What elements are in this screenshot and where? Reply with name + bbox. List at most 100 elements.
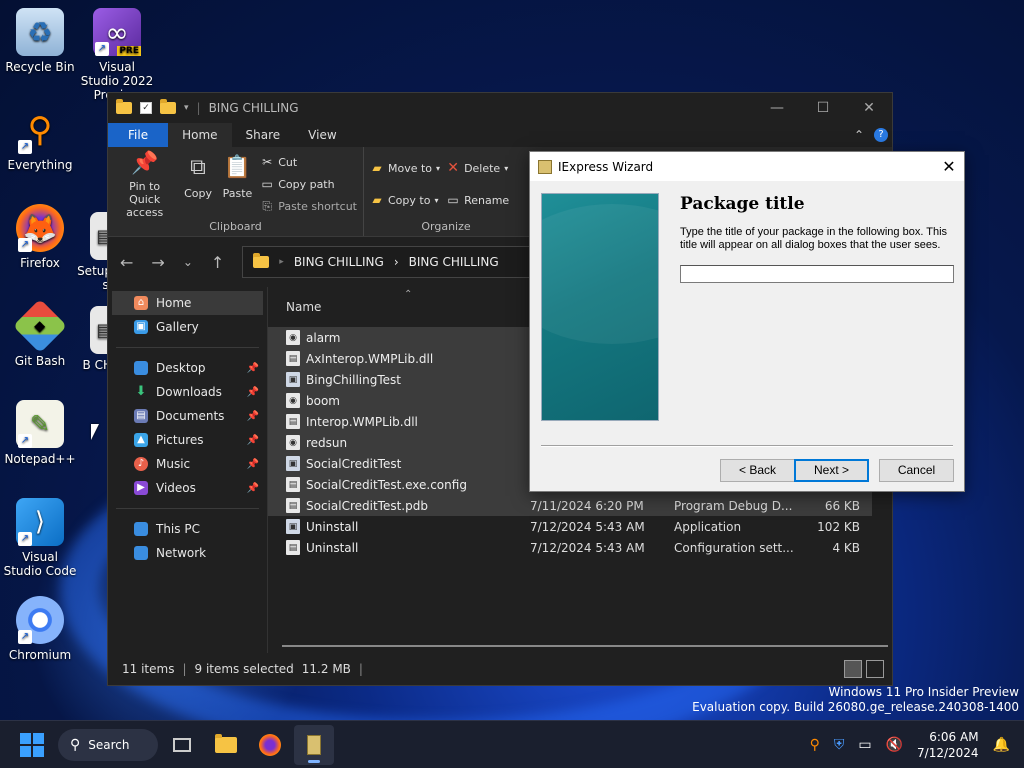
recent-locations-chevron-icon[interactable]: ⌄ [183,255,193,269]
volume-muted-icon[interactable]: 🔇 [886,737,903,753]
wizard-banner-image [541,193,659,421]
forward-arrow-icon[interactable]: → [151,253,164,272]
nav-item-this-pc[interactable]: This PC [108,517,267,541]
desktop-icon-recycle-bin[interactable]: ♻ Recycle Bin [2,8,78,74]
start-button[interactable] [20,732,44,757]
back-arrow-icon[interactable]: ← [120,253,133,272]
package-title-input[interactable] [680,265,954,283]
copy-to-button[interactable]: ▰ Copy to ▾ [370,191,440,209]
desktop-icon-git-bash[interactable]: ◆ Git Bash [2,298,78,368]
nav-item-desktop[interactable]: Desktop 📌 [108,356,267,380]
pin-icon[interactable]: 📌 [247,483,259,494]
close-icon[interactable]: ✕ [846,100,892,116]
new-folder-icon[interactable] [160,99,176,114]
clipboard-icon: 📋 [223,154,252,180]
nav-item-music[interactable]: ♪ Music 📌 [108,452,267,476]
task-view-button[interactable] [162,725,202,765]
desktop-icon-firefox[interactable]: 🦊 ↗ Firefox [2,204,78,270]
wizard-titlebar[interactable]: IExpress Wizard ✕ [530,152,964,181]
taskbar-firefox[interactable] [250,725,290,765]
copy-path-button[interactable]: ▭ Copy path [260,175,357,193]
chromium-icon: ↗ [16,596,64,644]
desktop-icon-folder[interactable]: ▤ B CH [72,306,112,372]
breadcrumb-chevron-icon: › [393,255,399,269]
delete-button[interactable]: ✕ Delete ▾ [446,159,509,177]
taskbar-file-explorer[interactable] [206,725,246,765]
taskbar-search[interactable]: ⚲ Search [58,728,158,761]
file-size: 102 KB [817,519,860,534]
iexpress-wizard-dialog[interactable]: IExpress Wizard ✕ Package title Type the… [529,151,965,492]
pictures-icon: ▲ [134,433,148,447]
pin-icon[interactable]: 📌 [247,363,259,374]
desktop-icon-setup[interactable]: ▤ Setup sl [72,212,112,292]
notification-bell-icon[interactable]: 🔔 [993,737,1010,753]
file-date: 7/11/2024 6:20 PM [530,498,644,513]
file-name-cell: ▣ Uninstall [268,519,530,534]
large-icons-view-icon[interactable] [866,660,884,678]
breadcrumb-item[interactable]: BING CHILLING [294,255,384,269]
nav-item-home[interactable]: ⌂ Home [112,291,263,315]
file-date: 7/12/2024 5:43 AM [530,519,645,534]
desktop-icon-everything[interactable]: ⚲ ↗ Everything [2,106,78,172]
delete-x-icon: ✕ [447,160,459,176]
pin-icon: 📌 [130,151,159,176]
paste-shortcut-button[interactable]: ⎘ Paste shortcut [260,197,357,215]
nav-item-pictures[interactable]: ▲ Pictures 📌 [108,428,267,452]
nav-item-videos[interactable]: ▶ Videos 📌 [108,476,267,500]
tab-home[interactable]: Home [168,123,232,147]
cancel-button[interactable]: Cancel [879,459,954,482]
chevron-down-icon[interactable]: ▾ [184,103,189,113]
pin-icon[interactable]: 📌 [247,387,259,398]
explorer-titlebar[interactable]: ✓ ▾ | BING CHILLING — ☐ ✕ [108,93,892,123]
scissors-icon: ✂ [262,155,273,169]
back-button[interactable]: < Back [720,459,795,482]
help-icon[interactable]: ? [874,128,888,142]
folder-icon [253,253,270,268]
pin-quick-access-button[interactable]: 📌 Pin to Quick access [114,151,175,219]
taskbar-iexpress[interactable] [294,724,334,765]
file-row[interactable]: ▤ SocialCreditTest.pdb 7/11/2024 6:20 PM Pr… [268,495,872,516]
tab-view[interactable]: View [294,123,350,147]
desktop-icon-label: Git Bash [14,354,66,368]
pin-icon[interactable]: 📌 [247,459,259,470]
up-arrow-icon[interactable]: ↑ [211,253,224,272]
nav-item-network[interactable]: Network [108,541,267,565]
desktop-icon-chromium[interactable]: ↗ Chromium [2,596,78,662]
horizontal-scrollbar[interactable] [282,645,888,647]
paste-button[interactable]: 📋 Paste [221,151,254,218]
file-row[interactable]: ▤ Uninstall 7/12/2024 5:43 AM Configuration… [268,537,892,558]
move-to-button[interactable]: ▰ Move to ▾ [370,159,440,177]
minimize-icon[interactable]: — [754,100,800,116]
breadcrumb-item[interactable]: BING CHILLING [409,255,499,269]
rename-button[interactable]: ▭ Rename [446,191,509,209]
maximize-icon[interactable]: ☐ [800,100,846,116]
file-row[interactable]: ▣ Uninstall 7/12/2024 5:43 AM Application 10… [268,516,892,537]
nav-item-gallery[interactable]: ▣ Gallery [108,315,267,339]
desktop-icon-notepad-plus-plus[interactable]: ✎ ↗ Notepad++ [2,400,78,466]
copy-button[interactable]: ⧉ Copy [181,151,214,218]
checkbox-icon[interactable]: ✓ [140,102,152,114]
security-shield-icon[interactable]: ⛨ [834,737,845,753]
file-name: SocialCreditTest.pdb [306,498,428,513]
pin-icon[interactable]: 📌 [247,411,259,422]
desktop-icon-visual-studio-preview[interactable]: ∞↗ PRE Visual Studio 2022 Preview [79,8,155,102]
desktop-icon-label: Firefox [20,256,60,270]
cut-button[interactable]: ✂ Cut [260,153,357,171]
nav-item-documents[interactable]: ▤ Documents 📌 [108,404,267,428]
network-monitor-icon[interactable]: ▭ [858,737,871,753]
file-name: AxInterop.WMPLib.dll [306,351,434,366]
navigation-pane: ⌂ Home ▣ Gallery Desktop 📌 ⬇ Downloads 📌 ▤ Doc… [108,287,268,653]
tab-share[interactable]: Share [232,123,295,147]
pin-icon[interactable]: 📌 [247,435,259,446]
close-icon[interactable]: ✕ [934,157,964,176]
everything-search-icon[interactable]: ⚲ [810,737,820,753]
details-view-icon[interactable] [844,660,862,678]
desktop-icon-vscode[interactable]: ⟩ ↗ Visual Studio Code [2,498,78,578]
status-bar: 11 items | 9 items selected 11.2 MB | [108,653,892,685]
clock[interactable]: 6:06 AM 7/12/2024 [917,729,979,761]
nav-item-downloads[interactable]: ⬇ Downloads 📌 [108,380,267,404]
tab-file[interactable]: File [108,123,169,147]
collapse-ribbon-icon[interactable]: ⌃ [854,128,864,142]
file-name-cell: ◉ alarm [268,330,530,345]
next-button[interactable]: Next > [794,459,869,482]
